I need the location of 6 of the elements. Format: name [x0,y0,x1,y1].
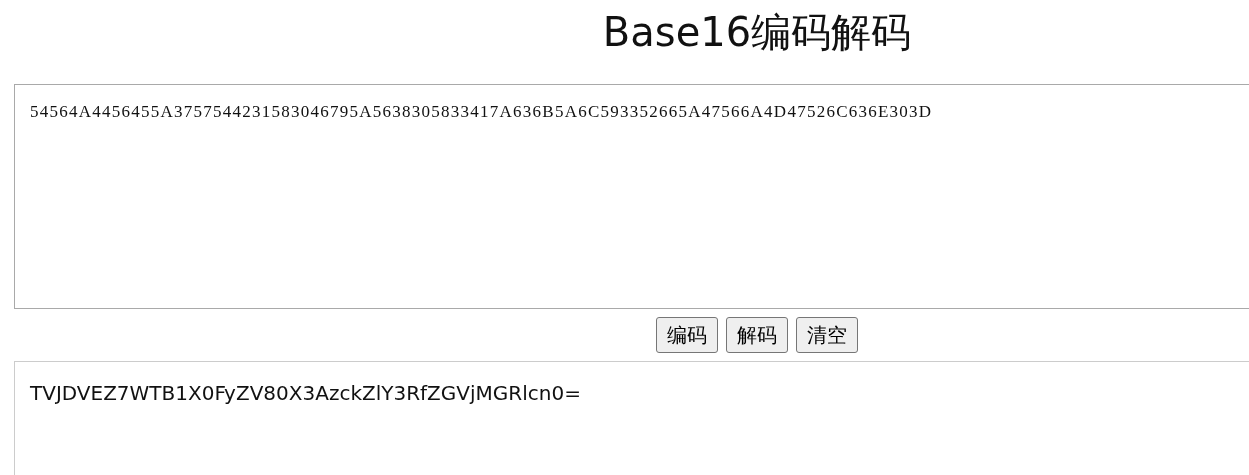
page-title: Base16编码解码 [601,8,913,56]
input-field[interactable]: 54564A4456455A3757544231583046795A5638305833417A636B5A6C593352665A47566A4D47526C636E303D [14,84,1249,309]
decode-button[interactable]: 解码 [726,317,788,353]
output-field[interactable]: TVJDVEZ7WTB1X0FyZV80X3AzckZlY3RfZGVjMGRlcn0= [14,361,1249,475]
clear-button[interactable]: 清空 [796,317,858,353]
encode-button[interactable]: 编码 [656,317,718,353]
